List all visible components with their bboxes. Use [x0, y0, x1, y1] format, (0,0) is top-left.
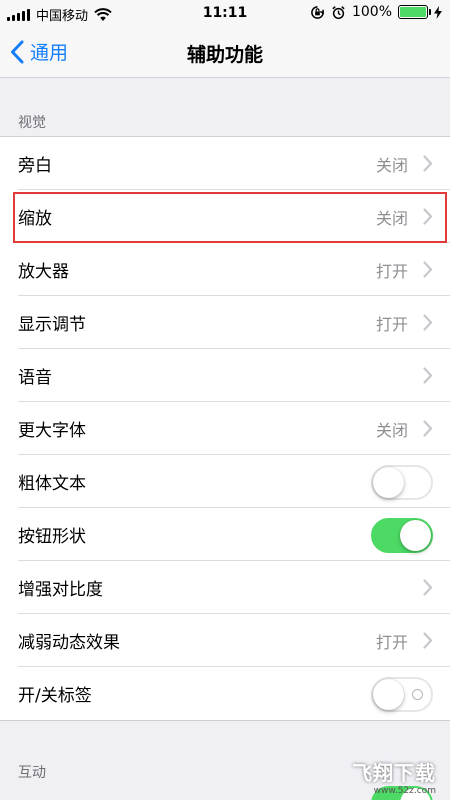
chevron-right-icon	[423, 367, 433, 384]
back-button-label: 通用	[30, 42, 69, 64]
row-label: 语音	[18, 368, 52, 388]
back-button[interactable]: 通用	[10, 38, 68, 65]
battery-icon	[398, 5, 431, 19]
settings-row[interactable]: 开/关标签	[0, 667, 450, 720]
charging-icon	[434, 5, 442, 19]
settings-row[interactable]: 更大字体 关闭	[0, 402, 450, 455]
row-value: 关闭	[375, 420, 408, 440]
settings-row[interactable]: 增强对比度	[0, 561, 450, 614]
row-label: 开/关标签	[18, 686, 92, 706]
battery-percent: 100%	[351, 4, 392, 20]
chevron-right-icon	[423, 579, 433, 596]
alarm-icon	[332, 5, 345, 19]
chevron-right-icon	[423, 155, 433, 172]
settings-row[interactable]: 语音	[0, 349, 450, 402]
row-label: 增强对比度	[18, 580, 103, 600]
row-label: 更大字体	[18, 421, 86, 441]
row-value: 打开	[375, 632, 408, 652]
toggle-switch[interactable]	[371, 465, 433, 500]
toggle-knob	[400, 520, 431, 551]
row-value: 关闭	[375, 208, 408, 228]
settings-row[interactable]: 粗体文本	[0, 455, 450, 508]
watermark-text: 飞翔下载	[352, 761, 436, 785]
row-label: 放大器	[18, 262, 69, 282]
section-header-vision: 视觉	[18, 115, 46, 131]
chevron-right-icon	[423, 420, 433, 437]
row-label: 按钮形状	[18, 527, 86, 547]
status-right: 100%	[310, 4, 442, 20]
settings-row[interactable]: 减弱动态效果 打开	[0, 614, 450, 667]
settings-row[interactable]: 按钮形状	[0, 508, 450, 561]
navigation-bar: 通用 辅助功能	[0, 26, 450, 78]
rotation-lock-icon	[311, 5, 324, 19]
row-label: 粗体文本	[18, 474, 86, 494]
row-value: 打开	[375, 261, 408, 281]
settings-row[interactable]: 放大器 打开	[0, 243, 450, 296]
off-label-icon	[412, 689, 423, 700]
status-bar: 中国移动 11:11 100%	[0, 0, 450, 26]
watermark-url: www.52z.com	[373, 786, 436, 796]
row-label: 减弱动态效果	[18, 633, 120, 653]
row-value: 打开	[375, 314, 408, 334]
settings-row[interactable]: 缩放 关闭	[0, 190, 450, 243]
chevron-right-icon	[423, 314, 433, 331]
row-value: 关闭	[375, 155, 408, 175]
row-label: 旁白	[18, 156, 52, 176]
section-header-interaction: 互动	[18, 765, 46, 781]
chevron-right-icon	[423, 261, 433, 278]
toggle-switch[interactable]	[371, 518, 433, 553]
row-label: 显示调节	[18, 315, 86, 335]
toggle-knob	[373, 467, 404, 498]
toggle-knob	[373, 679, 404, 710]
settings-row[interactable]: 旁白 关闭	[0, 137, 450, 190]
watermark: 飞翔下载 www.52z.com	[352, 757, 436, 796]
settings-row[interactable]: 显示调节 打开	[0, 296, 450, 349]
chevron-right-icon	[423, 208, 433, 225]
chevron-right-icon	[423, 632, 433, 649]
chevron-left-icon	[11, 40, 24, 63]
row-label: 缩放	[18, 209, 52, 229]
settings-group-vision: 旁白 关闭 缩放 关闭 放大器 打开 显示调节 打开 语音 更大字体 关闭 粗体文本 按钮形状 增强对比度…	[0, 136, 450, 721]
toggle-switch[interactable]	[371, 677, 433, 712]
